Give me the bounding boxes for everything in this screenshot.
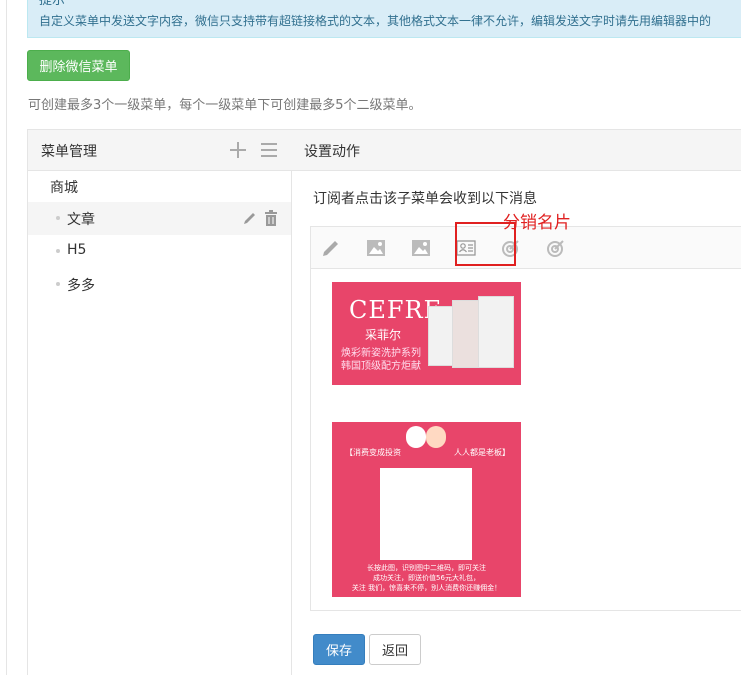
tip-alert: 提示 自定义菜单中发送文字内容，微信只支持带有超链接格式的文本，其他格式文本一律… — [27, 0, 741, 38]
submenu-item[interactable]: 多多 — [28, 268, 291, 301]
mascot-image — [406, 426, 426, 448]
bullet-icon — [56, 249, 60, 253]
menu-panel-header: 菜单管理 — [28, 130, 291, 171]
pencil-icon[interactable] — [321, 238, 341, 258]
editor-toolbar — [311, 222, 741, 269]
target-icon[interactable] — [546, 238, 566, 258]
bullet-icon — [56, 216, 60, 220]
mascot-image — [426, 426, 446, 448]
qr-code-area — [380, 468, 472, 560]
save-button[interactable]: 保存 — [313, 634, 365, 665]
product-box-image — [478, 296, 514, 368]
page-left-border — [6, 0, 7, 675]
trash-icon[interactable] — [264, 210, 278, 226]
distribution-card[interactable]: 【消费变成投资 人人都是老板】 长按此图，识别图中二维码，即可关注 成功关注，即… — [332, 422, 521, 597]
pencil-icon[interactable] — [242, 211, 257, 226]
action-description: 订阅者点击该子菜单会收到以下消息 — [313, 191, 537, 207]
list-icon[interactable] — [260, 142, 278, 158]
product-banner-card[interactable]: CEFRE 采菲尔 焕彩新姿洗护系列 韩国顶级配方炬献 — [332, 282, 521, 385]
action-panel-header: 设置动作 — [291, 130, 741, 171]
tip-text: 自定义菜单中发送文字内容，微信只支持带有超链接格式的文本，其他格式文本一律不允许… — [39, 14, 712, 28]
menu-limit-hint: 可创建最多3个一级菜单，每个一级菜单下可创建最多5个二级菜单。 — [28, 98, 422, 113]
bullet-icon — [56, 282, 60, 286]
submenu-item-label: 多多 — [67, 278, 95, 294]
delete-wechat-menu-button[interactable]: 删除微信菜单 — [27, 50, 130, 81]
banner-line-2: 韩国顶级配方炬献 — [341, 361, 421, 372]
submenu-item[interactable]: 文章 — [28, 202, 291, 235]
back-button[interactable]: 返回 — [369, 634, 421, 665]
card-instruction-1: 长按此图，识别图中二维码，即可关注 — [367, 564, 486, 572]
menu-panel-title: 菜单管理 — [41, 144, 97, 160]
image-icon[interactable] — [366, 238, 386, 258]
card-instruction-3: 关注 我们，惊喜来不停，别人消费你还赚佣金！ — [351, 584, 502, 592]
image-icon[interactable] — [411, 238, 431, 258]
menu-management-panel: 菜单管理 商城 文章 H5 多多 — [27, 129, 292, 675]
plus-icon[interactable] — [228, 140, 248, 160]
brand-cn-name: 采菲尔 — [365, 328, 402, 342]
submenu-item-label: H5 — [67, 242, 87, 258]
submenu-item-label: 文章 — [67, 212, 95, 228]
tip-title: 提示 — [39, 0, 66, 8]
card-slogan-right: 人人都是老板】 — [454, 448, 510, 457]
card-instruction-2: 成功关注，即送价值56元大礼包， — [373, 574, 480, 582]
card-slogan-left: 【消费变成投资 — [345, 448, 401, 457]
action-panel-title: 设置动作 — [304, 144, 360, 160]
menu-item-root[interactable]: 商城 — [50, 177, 78, 197]
submenu-item[interactable]: H5 — [28, 235, 291, 268]
annotation-label: 分销名片 — [503, 213, 571, 233]
